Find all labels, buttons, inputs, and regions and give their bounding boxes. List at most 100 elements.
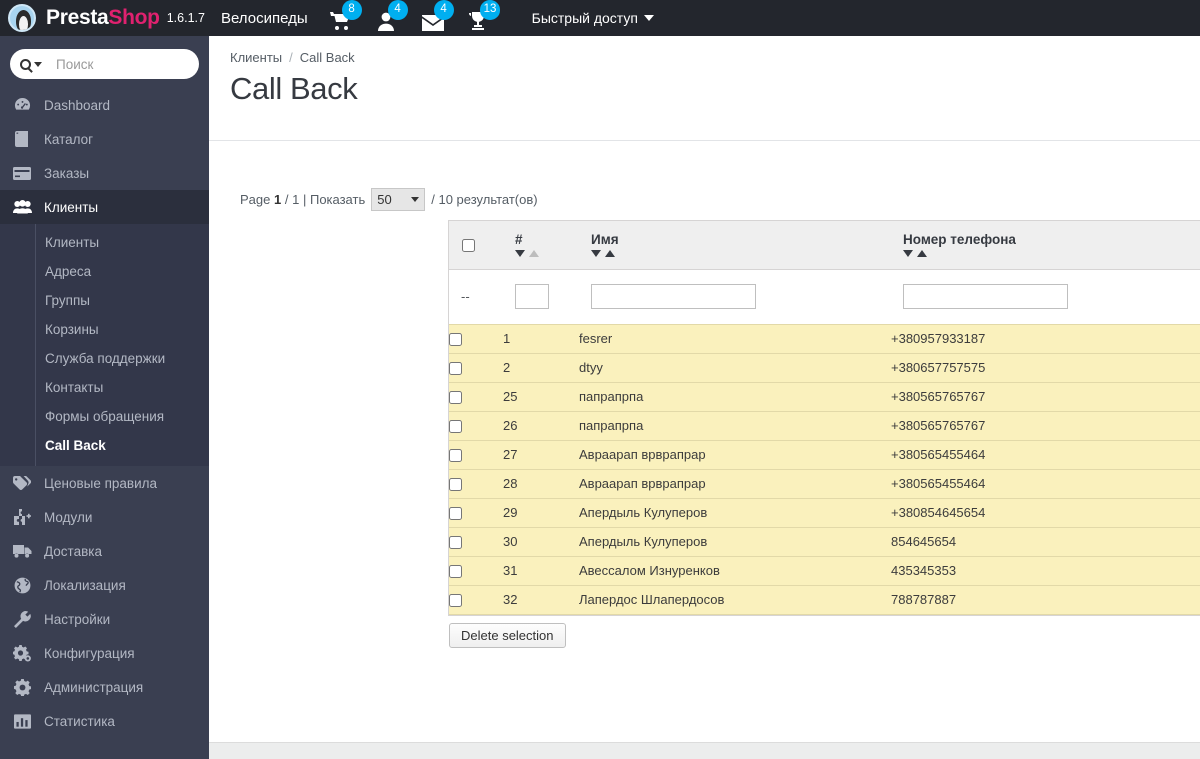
row-checkbox[interactable]: [449, 478, 462, 492]
row-phone: 854645654: [891, 527, 1200, 557]
quick-access-label: Быстрый доступ: [531, 10, 638, 26]
search-icon[interactable]: [20, 58, 42, 70]
filter-dashes: --: [461, 289, 470, 304]
sort-desc-icon[interactable]: [591, 250, 601, 258]
sidebar-subitem-support[interactable]: Служба поддержки: [0, 344, 209, 373]
row-phone: +380657757575: [891, 353, 1200, 383]
sort-asc-icon[interactable]: [529, 250, 539, 258]
shipping-truck-icon: [0, 544, 44, 558]
row-name: dtyy: [579, 353, 891, 383]
table-body: 1fesrer+380957933187✖2016-2dtyy+38065775…: [449, 324, 1200, 615]
row-name: Лапердос Шлапердосов: [579, 585, 891, 615]
page-size-select[interactable]: 50: [371, 188, 426, 211]
sidebar-item-configuration[interactable]: Конфигурация: [0, 636, 209, 670]
search-input[interactable]: [54, 55, 209, 73]
table-row[interactable]: 32Лапердос Шлапердосов788787887✖2016-: [449, 585, 1200, 615]
row-checkbox[interactable]: [449, 536, 462, 550]
sort-desc-icon[interactable]: [515, 250, 525, 258]
filter-cell-name: [579, 269, 891, 325]
sidebar-item-administration[interactable]: Администрация: [0, 670, 209, 704]
filter-id-input[interactable]: [515, 284, 549, 309]
sidebar-subitem-label: Call Back: [45, 438, 106, 453]
prestashop-logo[interactable]: [0, 0, 44, 36]
sidebar-item-modules[interactable]: Модули: [0, 500, 209, 534]
row-checkbox[interactable]: [449, 391, 462, 405]
select-all-checkbox[interactable]: [462, 239, 475, 253]
sidebar-search[interactable]: [10, 49, 209, 79]
sidebar-item-dashboard[interactable]: Dashboard: [0, 88, 209, 122]
sidebar-subitem-contacts[interactable]: Контакты: [0, 373, 209, 402]
sidebar-subitem-adresa[interactable]: Адреса: [0, 257, 209, 286]
sidebar-item-price-rules[interactable]: Ценовые правила: [0, 466, 209, 500]
row-checkbox[interactable]: [449, 420, 462, 434]
table-row[interactable]: 30Апердыль Кулуперов854645654✖2016-: [449, 527, 1200, 557]
brand-name[interactable]: PrestaShop: [46, 6, 160, 30]
row-checkbox[interactable]: [449, 565, 462, 579]
table-row[interactable]: 28Авраарап врврапрар+380565455464✖2016-: [449, 469, 1200, 499]
sidebar-item-catalog[interactable]: Каталог: [0, 122, 209, 156]
table-row[interactable]: 25папрапрпа+380565765767✖2016-: [449, 382, 1200, 412]
sidebar-item-preferences[interactable]: Настройки: [0, 602, 209, 636]
sort-asc-icon[interactable]: [917, 250, 927, 258]
table-row[interactable]: 31Авессалом Изнуренков435345353✖2016-: [449, 556, 1200, 586]
page-title: Call Back: [230, 71, 358, 106]
customer-icon[interactable]: 4: [376, 0, 408, 31]
breadcrumb-current-link[interactable]: Call Back: [300, 50, 355, 65]
sidebar-subitem-gruppy[interactable]: Группы: [0, 286, 209, 315]
table-filter-row: -- -: [449, 269, 1200, 325]
pagination-total-pages: / 1: [284, 192, 300, 207]
row-checkbox[interactable]: [449, 362, 462, 376]
sidebar-item-label: Доставка: [44, 543, 102, 559]
sidebar-item-stats[interactable]: Статистика: [0, 704, 209, 738]
filter-cell-phone: [891, 269, 1200, 325]
sidebar-subitem-label: Контакты: [45, 380, 104, 395]
chevron-down-icon: [411, 197, 420, 202]
sidebar-item-shipping[interactable]: Доставка: [0, 534, 209, 568]
sidebar-subitem-korziny[interactable]: Корзины: [0, 315, 209, 344]
trophy-icon[interactable]: 13: [468, 0, 501, 31]
pagination-show-label: Показать: [309, 192, 366, 207]
sidebar-item-orders[interactable]: Заказы: [0, 156, 209, 190]
row-checkbox[interactable]: [449, 507, 462, 521]
sidebar-item-label: Dashboard: [44, 97, 111, 113]
filter-phone-input[interactable]: [903, 284, 1068, 309]
row-phone: +380565455464: [891, 469, 1200, 499]
delete-selection-button[interactable]: Delete selection: [449, 623, 566, 648]
table-row[interactable]: 27Авраарап врврапрар+380565455464✖2016-: [449, 440, 1200, 470]
shop-name-link[interactable]: Велосипеды: [221, 10, 308, 27]
row-phone: +380565765767: [891, 382, 1200, 412]
cart-icon[interactable]: 8: [329, 0, 362, 31]
sidebar-subitem-call-back[interactable]: Call Back: [0, 431, 209, 460]
th-name: Имя: [579, 221, 891, 270]
table-row[interactable]: 29Апердыль Кулуперов+380854645654✖2016-: [449, 498, 1200, 528]
customers-icon: [0, 200, 44, 214]
row-checkbox[interactable]: [449, 449, 462, 463]
pagination-current-page: 1: [274, 192, 282, 207]
sidebar-item-label: Каталог: [44, 131, 94, 147]
breadcrumb: Клиенты / Call Back: [209, 36, 1200, 65]
filter-name-input[interactable]: [591, 284, 756, 309]
sidebar-item-customers[interactable]: Клиенты: [0, 190, 209, 224]
sidebar-subitem-forms[interactable]: Формы обращения: [0, 402, 209, 431]
sidebar-item-localization[interactable]: Локализация: [0, 568, 209, 602]
quick-access-menu[interactable]: Быстрый доступ: [532, 10, 654, 26]
sidebar-subitem-klienty[interactable]: Клиенты: [0, 228, 209, 257]
table-row[interactable]: 26папрапрпа+380565765767✖2016-: [449, 411, 1200, 441]
sort-desc-icon[interactable]: [903, 250, 913, 258]
modules-icon: [0, 509, 44, 525]
row-checkbox[interactable]: [449, 333, 462, 347]
chevron-down-icon[interactable]: [34, 61, 42, 67]
table-row[interactable]: 1fesrer+380957933187✖2016-: [449, 324, 1200, 354]
sort-asc-icon[interactable]: [605, 250, 615, 258]
prestashop-mascot-icon: [8, 4, 36, 32]
th-phone: Номер телефона: [891, 221, 1200, 270]
footer-strip: [209, 742, 1200, 759]
row-checkbox[interactable]: [449, 594, 462, 608]
breadcrumb-parent-link[interactable]: Клиенты: [230, 50, 282, 65]
row-id: 32: [503, 585, 579, 615]
table-row[interactable]: 2dtyy+380657757575✖2016-: [449, 353, 1200, 383]
envelope-icon[interactable]: 4: [421, 0, 454, 31]
row-name: Авраарап врврапрар: [579, 469, 891, 499]
pagination-page-word: Page: [240, 192, 271, 207]
row-phone: +380565765767: [891, 411, 1200, 441]
